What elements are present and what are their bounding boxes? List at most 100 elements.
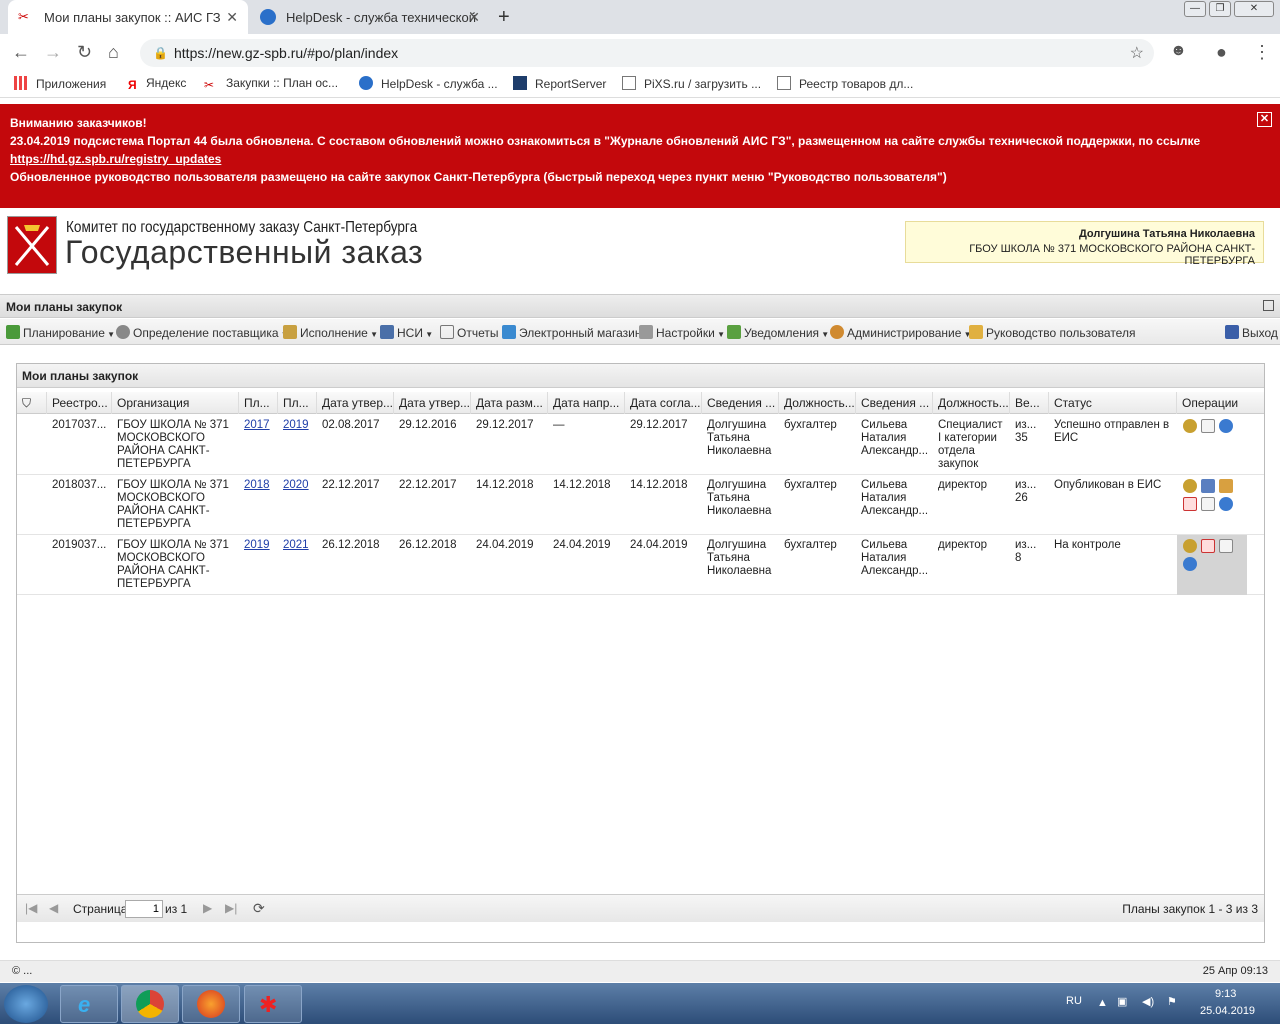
bookmark-label: Закупки :: План ос...	[226, 76, 339, 90]
back-icon[interactable]: ←	[12, 42, 30, 63]
menu-execution[interactable]: Исполнение ▼	[283, 325, 378, 340]
col-header[interactable]: Дата утвер...	[317, 392, 394, 414]
col-header[interactable]: Должность...	[933, 392, 1010, 414]
col-header[interactable]: Пл...	[239, 392, 278, 414]
url-input[interactable]: 🔒 https://new.gz-spb.ru/#po/plan/index ☆	[140, 39, 1154, 67]
eagle-emblem-icon[interactable]	[1183, 539, 1197, 553]
guide-icon	[969, 325, 983, 339]
last-page-icon[interactable]: ▶|	[225, 901, 237, 915]
copy-icon[interactable]	[1219, 479, 1233, 493]
info-icon[interactable]	[1183, 557, 1197, 571]
page-number-input[interactable]	[125, 900, 163, 918]
col-header[interactable]: Сведения ...	[856, 392, 933, 414]
table-row[interactable]: 2018037... ГБОУ ШКОЛА № 371 МОСКОВСКОГО …	[17, 475, 1264, 535]
taskbar-chrome[interactable]	[121, 985, 179, 1023]
menu-nsi[interactable]: НСИ ▼	[380, 325, 433, 340]
plan-year-link[interactable]: 2019	[283, 419, 309, 431]
col-header[interactable]: Дата напр...	[548, 392, 625, 414]
tab-active[interactable]: ✂ Мои планы закупок :: АИС ГЗ ✕	[8, 0, 248, 34]
eagle-emblem-icon[interactable]	[1183, 419, 1197, 433]
menu-label: Уведомления	[744, 326, 820, 340]
window-close-button[interactable]: ✕	[1234, 1, 1274, 17]
tab-helpdesk[interactable]: HelpDesk - служба технической ✕	[250, 0, 490, 34]
close-tab-icon[interactable]: ✕	[226, 9, 238, 26]
add-item-icon[interactable]	[1201, 539, 1215, 553]
col-header[interactable]: Сведения ...	[702, 392, 779, 414]
bookmark-label: ReportServer	[535, 77, 607, 91]
document-icon[interactable]	[1201, 497, 1215, 511]
menu-admin[interactable]: Администрирование ▼	[830, 325, 972, 340]
col-header[interactable]: Реестро...	[47, 392, 112, 414]
table-row[interactable]: 2017037... ГБОУ ШКОЛА № 371 МОСКОВСКОГО …	[17, 415, 1264, 475]
col-header[interactable]: Дата согла...	[625, 392, 702, 414]
menu-notifications[interactable]: Уведомления ▼	[727, 325, 829, 340]
document-icon[interactable]	[1219, 539, 1233, 553]
plan-year-link[interactable]: 2020	[283, 479, 309, 491]
bookmark-star-icon[interactable]: ☆	[1130, 43, 1144, 63]
close-tab-icon[interactable]: ✕	[468, 9, 480, 26]
taskbar-firefox[interactable]	[182, 985, 240, 1023]
col-header[interactable]: Пл...	[278, 392, 317, 414]
bookmark-reestr[interactable]: Реестр товаров дл...	[777, 76, 913, 91]
col-header[interactable]: Дата разм...	[471, 392, 548, 414]
info-icon[interactable]	[1219, 497, 1233, 511]
collapse-panel-button[interactable]	[1263, 300, 1274, 311]
col-header[interactable]: Статус	[1049, 392, 1177, 414]
bookmark-yandex[interactable]: Я Яндекс	[128, 76, 186, 92]
tray-expand-icon[interactable]: ▲	[1097, 997, 1108, 1009]
cell-position: Специалист I категории отдела закупок	[938, 419, 1003, 470]
extension-icon[interactable]: ☻	[1170, 42, 1187, 60]
document-icon[interactable]	[1201, 419, 1215, 433]
minimize-button[interactable]: —	[1184, 1, 1206, 17]
maximize-button[interactable]: ❐	[1209, 1, 1231, 17]
start-button[interactable]	[4, 985, 48, 1023]
bookmark-reportserver[interactable]: ReportServer	[513, 76, 606, 91]
info-icon[interactable]	[1219, 419, 1233, 433]
menu-dots-icon[interactable]: ⋮	[1253, 42, 1271, 63]
menu-supplier[interactable]: Определение поставщика ▼	[116, 325, 289, 340]
taskbar-app[interactable]: ✱	[244, 985, 302, 1023]
menu-exit[interactable]: Выход	[1225, 325, 1278, 340]
bookmark-label: Реестр товаров дл...	[799, 77, 914, 91]
col-header[interactable]: Дата утвер...	[394, 392, 471, 414]
menu-reports[interactable]: Отчеты	[440, 325, 498, 340]
taskbar-ie[interactable]: e	[60, 985, 118, 1023]
plan-year-link[interactable]: 2017	[244, 419, 270, 431]
table-row[interactable]: 2019037... ГБОУ ШКОЛА № 371 МОСКОВСКОГО …	[17, 535, 1264, 595]
plan-year-link[interactable]: 2021	[283, 539, 309, 551]
menu-settings[interactable]: Настройки ▼	[639, 325, 725, 340]
menu-user-guide[interactable]: Руководство пользователя	[969, 325, 1135, 340]
forward-icon[interactable]: →	[44, 42, 62, 63]
menu-planning[interactable]: Планирование ▼	[6, 325, 115, 340]
plan-year-link[interactable]: 2018	[244, 479, 270, 491]
action-center-icon[interactable]: ⚑	[1167, 995, 1177, 1008]
col-header[interactable]: Ве...	[1010, 392, 1049, 414]
cell-reg: 2019037...	[52, 539, 107, 551]
prev-page-icon[interactable]: ◀	[49, 901, 58, 915]
language-indicator[interactable]: RU	[1066, 995, 1082, 1007]
eagle-emblem-icon[interactable]	[1183, 479, 1197, 493]
menu-eshop[interactable]: Электронный магазин	[502, 325, 641, 340]
bookmark-helpdesk[interactable]: HelpDesk - служба ...	[359, 76, 498, 91]
cell-date: 29.12.2017	[476, 419, 534, 431]
account-icon[interactable]: ●	[1216, 42, 1227, 63]
bookmark-zakupki[interactable]: ✂ Закупки :: План ос...	[204, 76, 338, 92]
new-tab-button[interactable]: +	[498, 6, 510, 29]
plan-year-link[interactable]: 2019	[244, 539, 270, 551]
col-header[interactable]: Должность...	[779, 392, 856, 414]
reload-icon[interactable]: ↻	[77, 42, 92, 63]
notice-link[interactable]: https://hd.gz.spb.ru/registry_updates	[10, 152, 221, 166]
network-icon[interactable]: ▣	[1117, 995, 1127, 1008]
first-page-icon[interactable]: |◀	[25, 901, 37, 915]
edit-pencil-icon[interactable]	[1201, 479, 1215, 493]
home-icon[interactable]: ⌂	[108, 42, 119, 63]
filter-icon[interactable]: ⛉	[17, 392, 47, 414]
close-notice-button[interactable]: ✕	[1257, 112, 1272, 127]
add-item-icon[interactable]	[1183, 497, 1197, 511]
volume-icon[interactable]: ◀)	[1142, 995, 1154, 1008]
bookmark-pixs[interactable]: PiXS.ru / загрузить ...	[622, 76, 761, 91]
col-header[interactable]: Организация	[112, 392, 239, 414]
refresh-icon[interactable]: ⟳	[253, 900, 265, 917]
bookmark-apps[interactable]: Приложения	[14, 76, 106, 91]
next-page-icon[interactable]: ▶	[203, 901, 212, 915]
